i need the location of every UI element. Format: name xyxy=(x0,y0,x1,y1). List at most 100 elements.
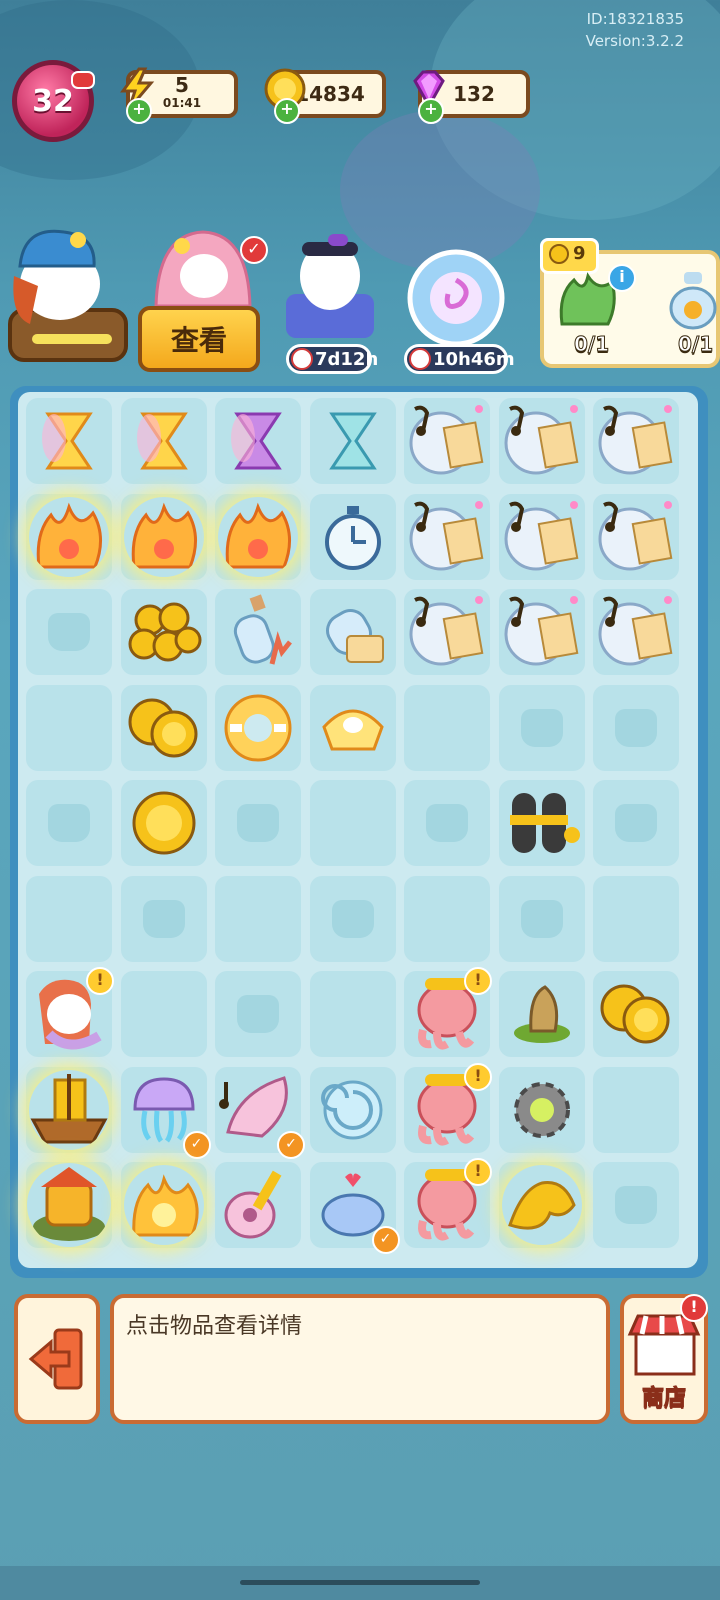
board-cell[interactable] xyxy=(215,971,301,1057)
music-bottle-icon[interactable] xyxy=(499,398,585,484)
treasure-ship-icon[interactable] xyxy=(26,1067,112,1153)
board-cell[interactable] xyxy=(215,780,301,866)
board-cell[interactable] xyxy=(593,398,679,484)
board-cell[interactable] xyxy=(120,1162,207,1248)
board-cell[interactable] xyxy=(404,875,490,962)
board-cell[interactable] xyxy=(404,780,490,866)
board-cell[interactable]: ! xyxy=(26,967,114,1057)
board-cell[interactable] xyxy=(309,493,396,580)
board-cell[interactable] xyxy=(26,493,112,580)
coin-stack-icon[interactable] xyxy=(593,971,679,1057)
board-cell[interactable] xyxy=(120,398,207,484)
board-cell[interactable] xyxy=(120,589,207,675)
board-cell[interactable] xyxy=(498,875,585,962)
board-cell[interactable] xyxy=(215,589,301,675)
board-cell[interactable] xyxy=(309,780,396,866)
board-cell[interactable] xyxy=(404,589,490,675)
board-cell[interactable] xyxy=(309,684,396,771)
guitar-shell-icon[interactable] xyxy=(215,1162,301,1248)
board-cell[interactable] xyxy=(498,971,585,1057)
shell-cap-icon[interactable] xyxy=(310,685,396,771)
board-cell[interactable]: ! xyxy=(404,1158,492,1248)
hourglass-purple-icon[interactable] xyxy=(215,398,301,484)
board-cell[interactable] xyxy=(593,875,679,962)
message-bottle-scroll-icon[interactable] xyxy=(310,589,396,675)
board-cell[interactable] xyxy=(26,684,112,771)
coral-generator-icon[interactable] xyxy=(215,494,301,580)
music-bottle-icon[interactable] xyxy=(404,398,490,484)
board-cell[interactable]: ✓ xyxy=(309,1162,400,1254)
board-cell[interactable] xyxy=(120,684,207,771)
board-cell[interactable]: ✓ xyxy=(120,1066,211,1159)
board-cell[interactable] xyxy=(593,493,679,580)
board-cell[interactable] xyxy=(593,780,679,866)
add-gems-icon[interactable]: + xyxy=(418,98,444,124)
board-cell[interactable] xyxy=(498,684,585,771)
board-cell[interactable] xyxy=(120,875,207,962)
board-cell[interactable] xyxy=(498,589,585,675)
add-energy-icon[interactable]: + xyxy=(126,98,152,124)
board-cell[interactable] xyxy=(309,971,396,1057)
hourglass-gold-icon[interactable] xyxy=(121,398,207,484)
coral-generator-icon[interactable] xyxy=(26,494,112,580)
board-cell[interactable] xyxy=(215,684,301,771)
board-cell[interactable] xyxy=(593,971,679,1057)
portal-orb[interactable] xyxy=(400,248,512,348)
board-cell[interactable] xyxy=(498,1066,585,1153)
board-cell[interactable] xyxy=(215,398,301,484)
snail-shell-icon[interactable] xyxy=(310,1067,396,1153)
music-bottle-icon[interactable] xyxy=(593,589,679,675)
board-cell[interactable] xyxy=(593,589,679,675)
music-bottle-icon[interactable] xyxy=(404,494,490,580)
board-cell[interactable] xyxy=(593,684,679,771)
quest-panel[interactable]: 9 i 0/1 0/1 xyxy=(540,238,720,368)
board-cell[interactable] xyxy=(309,1066,396,1153)
board-cell[interactable] xyxy=(498,398,585,484)
board-cell[interactable] xyxy=(215,875,301,962)
add-coins-icon[interactable]: + xyxy=(274,98,300,124)
golden-dragon-icon[interactable] xyxy=(499,1162,585,1248)
board-cell[interactable] xyxy=(120,493,207,580)
pink-character[interactable]: ✓ xyxy=(148,224,268,308)
board-cell[interactable] xyxy=(404,398,490,484)
sailor-character-boat[interactable] xyxy=(4,206,128,366)
board-cell[interactable] xyxy=(215,1162,301,1248)
coin-counter[interactable]: + 14834 xyxy=(264,68,386,124)
shop-button[interactable]: ! 商店 xyxy=(620,1294,708,1424)
board-cell[interactable] xyxy=(498,780,585,866)
coral-generator-icon[interactable] xyxy=(121,494,207,580)
board-cell[interactable] xyxy=(404,684,490,771)
sea-shell-sprout-icon[interactable] xyxy=(499,971,585,1057)
board-cell[interactable]: ! xyxy=(404,1062,492,1153)
board-cell[interactable]: ! xyxy=(404,967,492,1057)
board-cell[interactable] xyxy=(26,875,112,962)
board-cell[interactable] xyxy=(26,780,112,866)
music-bottle-icon[interactable] xyxy=(499,589,585,675)
coin-pile-icon[interactable] xyxy=(121,589,207,675)
music-bottle-icon[interactable] xyxy=(593,398,679,484)
board-cell[interactable] xyxy=(26,1066,112,1153)
board-cell[interactable] xyxy=(120,971,207,1057)
board-cell[interactable] xyxy=(498,1162,585,1248)
board-cell[interactable]: ✓ xyxy=(215,1066,305,1159)
board-cell[interactable] xyxy=(593,1066,679,1153)
board-cell[interactable] xyxy=(120,780,207,866)
exit-button[interactable] xyxy=(14,1294,100,1424)
stopwatch-icon[interactable] xyxy=(310,494,396,580)
music-bottle-icon[interactable] xyxy=(404,589,490,675)
swim-ring-icon[interactable] xyxy=(215,685,301,771)
board-cell[interactable] xyxy=(26,589,112,675)
board-cell[interactable] xyxy=(404,493,490,580)
coin-stack-icon[interactable] xyxy=(121,685,207,771)
board-cell[interactable] xyxy=(309,875,396,962)
event-character-goggles[interactable] xyxy=(278,234,380,338)
turtle-house-icon[interactable] xyxy=(26,1162,112,1248)
view-button[interactable]: 查看 xyxy=(138,306,260,372)
gear-icon[interactable] xyxy=(499,1067,585,1153)
sun-coral-icon[interactable] xyxy=(121,1162,207,1248)
energy-counter[interactable]: + 5 01:41 xyxy=(120,67,238,124)
gem-counter[interactable]: + 132 xyxy=(413,70,530,124)
board-cell[interactable] xyxy=(26,398,112,484)
hourglass-blue-icon[interactable] xyxy=(310,398,396,484)
board-cell[interactable] xyxy=(593,1162,679,1248)
